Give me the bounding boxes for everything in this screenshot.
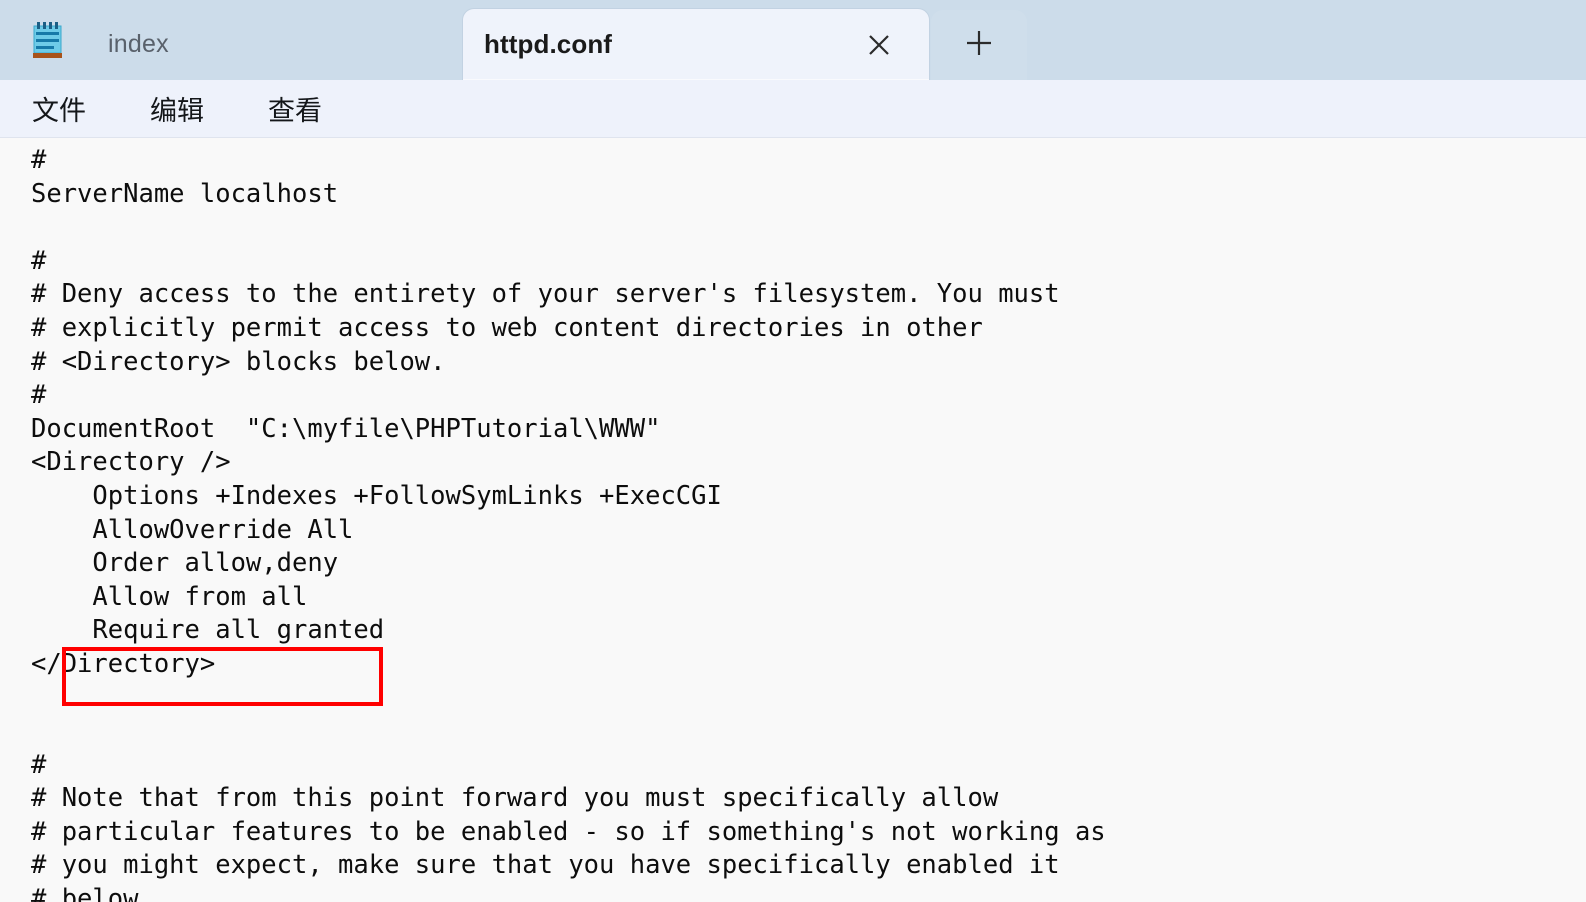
text-editor-area[interactable]: # ServerName localhost # # Deny access t… [0,138,1586,902]
close-icon[interactable] [859,25,899,65]
menu-item-view[interactable]: 查看 [264,87,326,130]
menu-item-edit[interactable]: 编辑 [146,87,208,130]
new-tab-button[interactable] [931,10,1027,80]
menu-item-file[interactable]: 文件 [28,87,90,130]
menu-bar: 文件 编辑 查看 [0,80,1586,138]
tab-index[interactable]: index [0,8,460,80]
tab-httpd-conf-label: httpd.conf [484,29,613,59]
editor-content[interactable]: # ServerName localhost # # Deny access t… [31,144,1106,902]
plus-icon [964,28,994,63]
tab-httpd-conf[interactable]: httpd.conf [462,8,930,80]
tab-index-label: index [108,29,169,58]
title-bar: index httpd.conf [0,0,1586,80]
